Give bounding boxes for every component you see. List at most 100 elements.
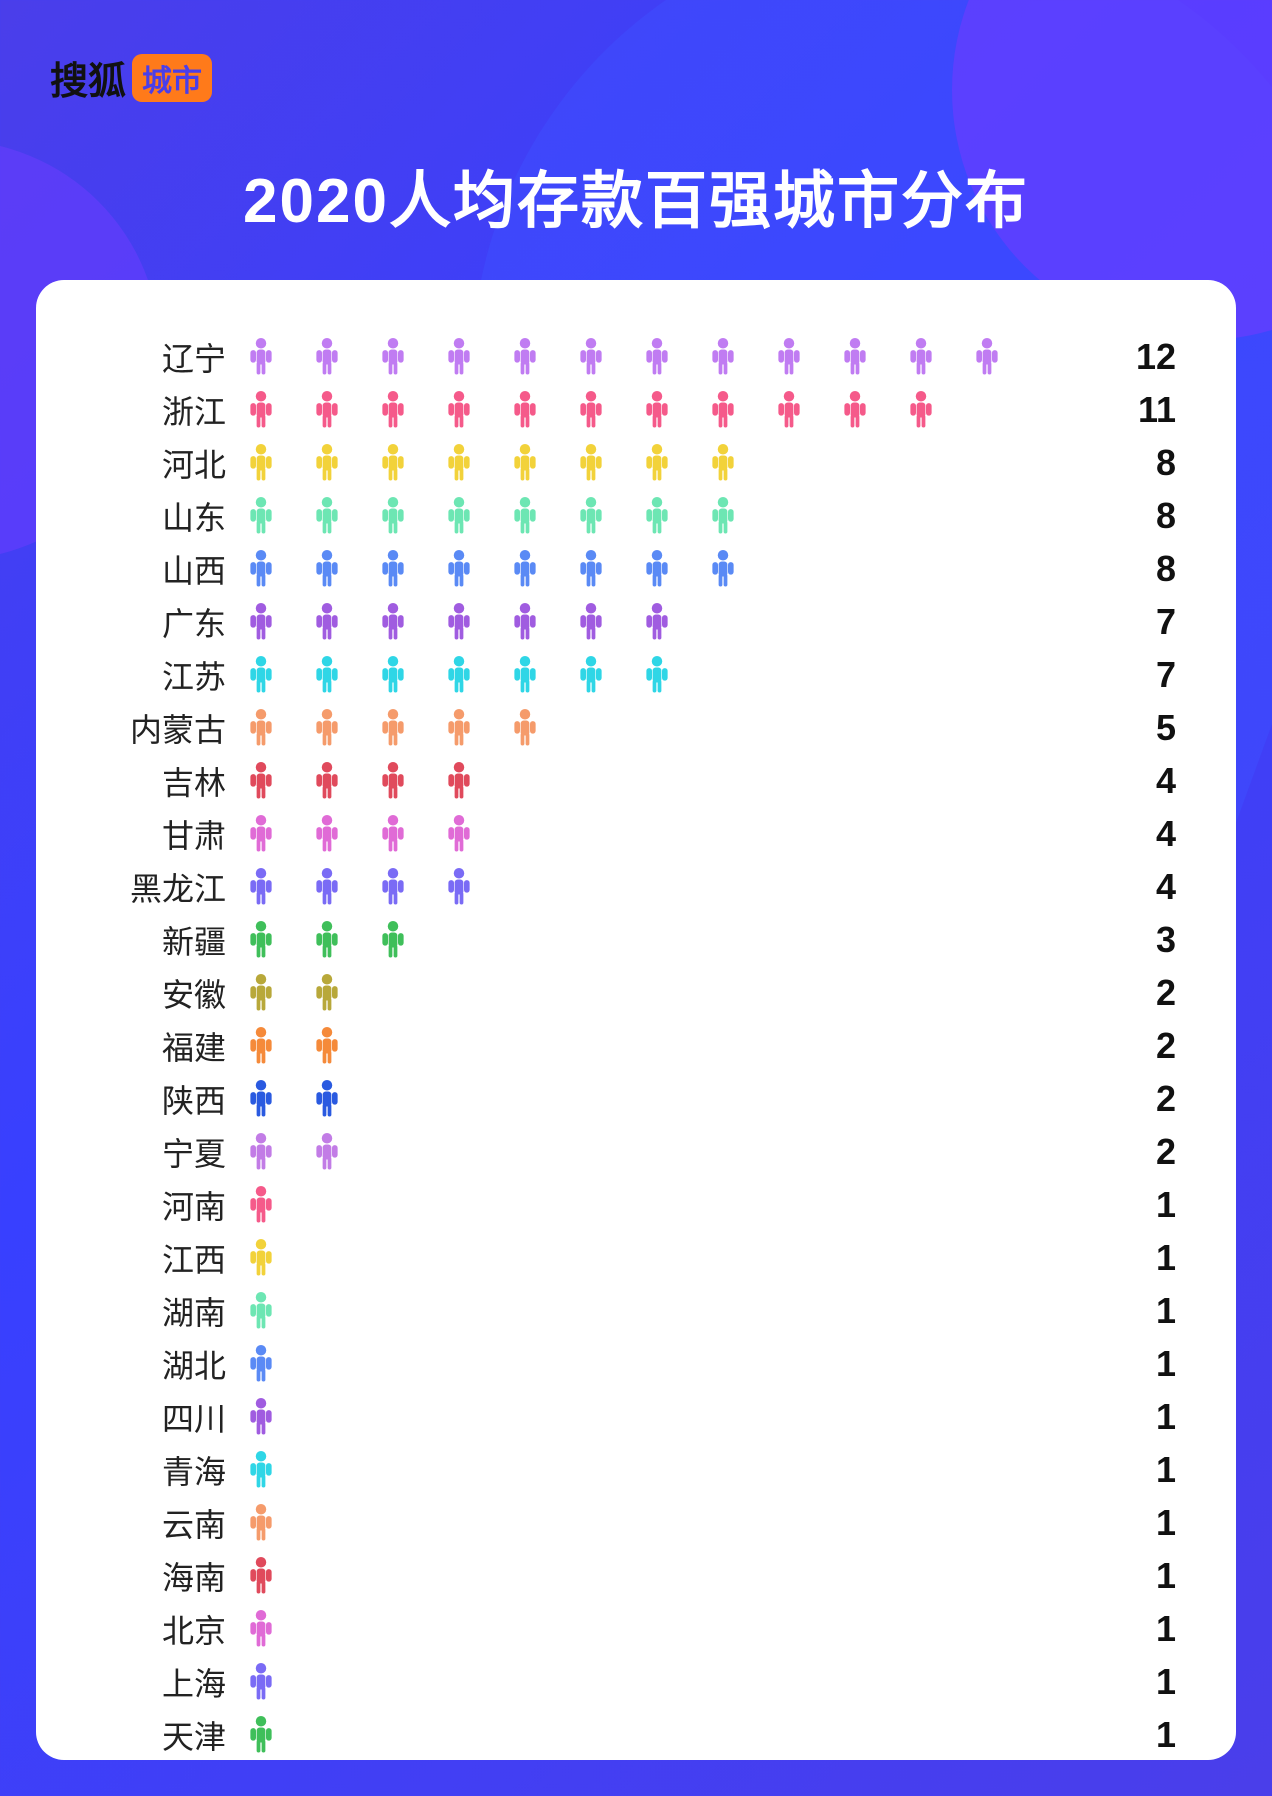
row-value: 12 bbox=[1106, 336, 1176, 378]
row-icons bbox=[246, 1132, 1106, 1172]
row-icons bbox=[246, 814, 1106, 854]
row-value: 3 bbox=[1106, 919, 1176, 961]
person-icon bbox=[906, 337, 936, 377]
chart-row: 湖北1 bbox=[96, 1337, 1176, 1390]
person-icon bbox=[444, 549, 474, 589]
chart-row: 安徽2 bbox=[96, 966, 1176, 1019]
row-label: 吉林 bbox=[96, 758, 246, 804]
person-icon bbox=[312, 602, 342, 642]
person-icon bbox=[576, 549, 606, 589]
person-icon bbox=[312, 761, 342, 801]
person-icon bbox=[510, 443, 540, 483]
person-icon bbox=[378, 761, 408, 801]
chart-row: 河北8 bbox=[96, 436, 1176, 489]
row-label: 河南 bbox=[96, 1182, 246, 1228]
row-value: 8 bbox=[1106, 495, 1176, 537]
person-icon bbox=[246, 1715, 276, 1755]
row-value: 2 bbox=[1106, 1131, 1176, 1173]
person-icon bbox=[246, 1450, 276, 1490]
person-icon bbox=[246, 1556, 276, 1596]
person-icon bbox=[642, 337, 672, 377]
chart-row: 河南 1 bbox=[96, 1178, 1176, 1231]
row-label: 山东 bbox=[96, 493, 246, 539]
chart-row: 天津1 bbox=[96, 1708, 1176, 1761]
row-icons bbox=[246, 708, 1106, 748]
person-icon bbox=[708, 337, 738, 377]
row-value: 1 bbox=[1106, 1502, 1176, 1544]
person-icon bbox=[246, 973, 276, 1013]
row-label: 浙江 bbox=[96, 387, 246, 433]
row-value: 5 bbox=[1106, 707, 1176, 749]
person-icon bbox=[708, 443, 738, 483]
person-icon bbox=[246, 1662, 276, 1702]
person-icon bbox=[378, 814, 408, 854]
person-icon bbox=[312, 655, 342, 695]
person-icon bbox=[774, 337, 804, 377]
person-icon bbox=[312, 443, 342, 483]
person-icon bbox=[576, 337, 606, 377]
person-icon bbox=[378, 920, 408, 960]
row-value: 1 bbox=[1106, 1714, 1176, 1756]
chart-row: 甘肃4 bbox=[96, 807, 1176, 860]
row-label: 江苏 bbox=[96, 652, 246, 698]
person-icon bbox=[510, 337, 540, 377]
person-icon bbox=[246, 1132, 276, 1172]
chart-row: 山西8 bbox=[96, 542, 1176, 595]
person-icon bbox=[246, 1344, 276, 1384]
row-label: 福建 bbox=[96, 1023, 246, 1069]
row-label: 北京 bbox=[96, 1606, 246, 1652]
person-icon bbox=[378, 390, 408, 430]
person-icon bbox=[246, 1503, 276, 1543]
row-value: 1 bbox=[1106, 1184, 1176, 1226]
person-icon bbox=[246, 761, 276, 801]
row-icons bbox=[246, 655, 1106, 695]
person-icon bbox=[246, 337, 276, 377]
person-icon bbox=[444, 708, 474, 748]
chart-card: 辽宁12浙江11河北8山东8山西8广东7江苏7内蒙古5吉林4甘肃4黑龙江4新疆3… bbox=[36, 280, 1236, 1760]
person-icon bbox=[576, 655, 606, 695]
row-value: 1 bbox=[1106, 1449, 1176, 1491]
row-icons bbox=[246, 602, 1106, 642]
chart-row: 青海1 bbox=[96, 1443, 1176, 1496]
row-value: 1 bbox=[1106, 1343, 1176, 1385]
person-icon bbox=[444, 761, 474, 801]
person-icon bbox=[312, 867, 342, 907]
row-label: 上海 bbox=[96, 1659, 246, 1705]
person-icon bbox=[510, 496, 540, 536]
row-icons bbox=[246, 1715, 1106, 1755]
chart-row: 江西1 bbox=[96, 1231, 1176, 1284]
person-icon bbox=[378, 443, 408, 483]
chart-row: 江苏7 bbox=[96, 648, 1176, 701]
row-icons bbox=[246, 1344, 1106, 1384]
person-icon bbox=[378, 708, 408, 748]
chart-row: 陕西2 bbox=[96, 1072, 1176, 1125]
chart-row: 四川1 bbox=[96, 1390, 1176, 1443]
person-icon bbox=[246, 1026, 276, 1066]
chart-row: 广东7 bbox=[96, 595, 1176, 648]
row-icons bbox=[246, 973, 1106, 1013]
row-icons bbox=[246, 390, 1106, 430]
person-icon bbox=[312, 973, 342, 1013]
person-icon bbox=[510, 655, 540, 695]
person-icon bbox=[378, 867, 408, 907]
chart-row: 新疆3 bbox=[96, 913, 1176, 966]
person-icon bbox=[444, 337, 474, 377]
person-icon bbox=[642, 390, 672, 430]
person-icon bbox=[444, 867, 474, 907]
person-icon bbox=[708, 390, 738, 430]
row-label: 辽宁 bbox=[96, 334, 246, 380]
chart-row: 吉林4 bbox=[96, 754, 1176, 807]
person-icon bbox=[312, 814, 342, 854]
person-icon bbox=[246, 549, 276, 589]
person-icon bbox=[246, 1185, 276, 1225]
row-icons bbox=[246, 496, 1106, 536]
person-icon bbox=[246, 814, 276, 854]
person-icon bbox=[312, 1079, 342, 1119]
row-label: 河北 bbox=[96, 440, 246, 486]
person-icon bbox=[444, 655, 474, 695]
person-icon bbox=[312, 920, 342, 960]
row-label: 甘肃 bbox=[96, 811, 246, 857]
person-icon bbox=[840, 390, 870, 430]
chart-row: 湖南1 bbox=[96, 1284, 1176, 1337]
row-value: 1 bbox=[1106, 1608, 1176, 1650]
